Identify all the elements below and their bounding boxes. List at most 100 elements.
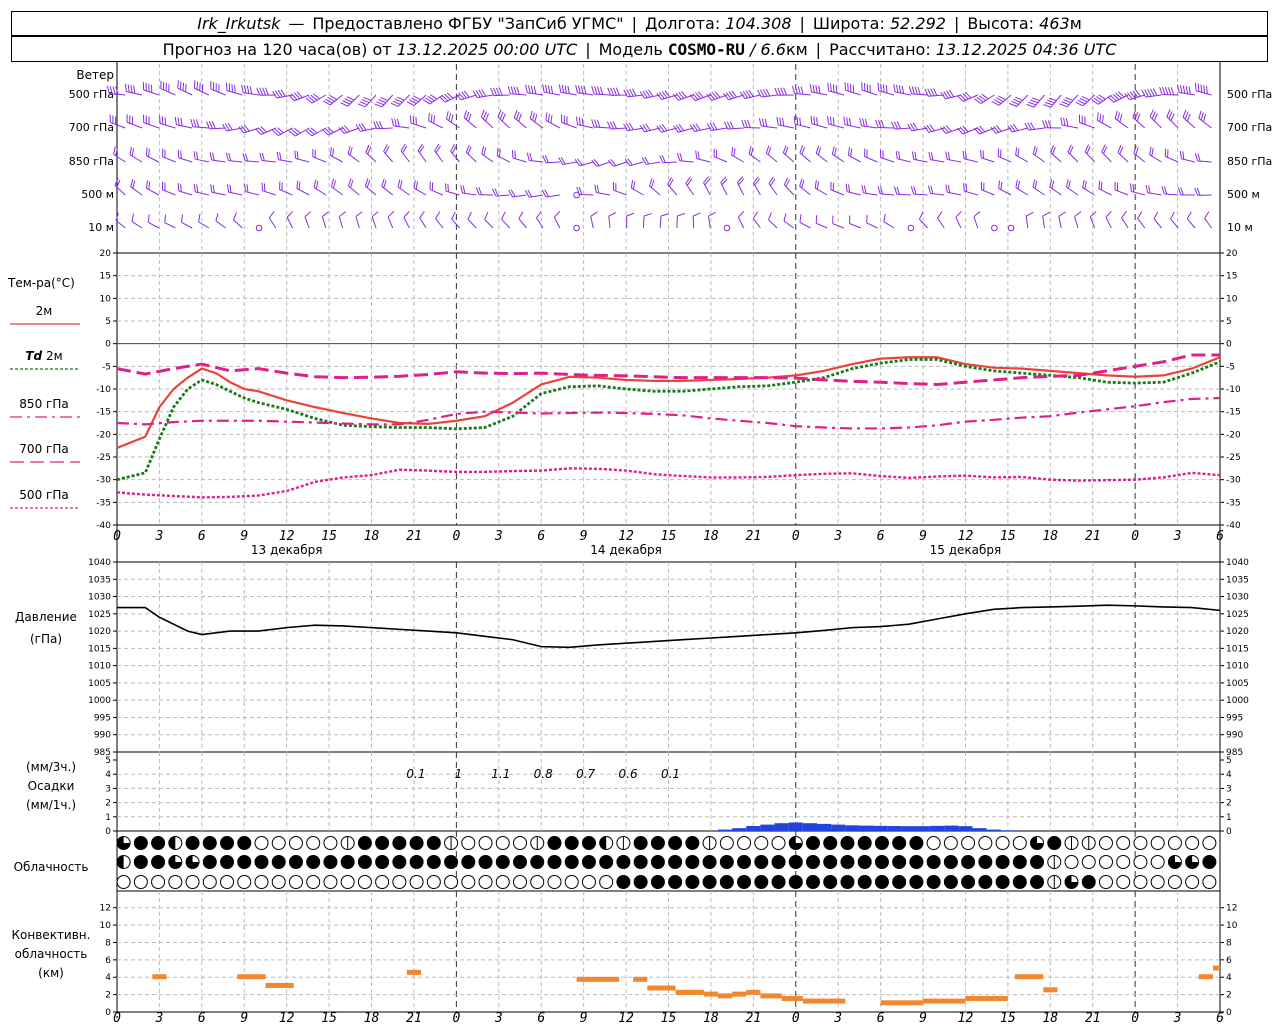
x-tick-label-bottom: 6 [198, 1011, 206, 1024]
wind-barb-feather [643, 213, 652, 217]
cloud-symbol [668, 875, 683, 889]
wind-barb-feather [594, 86, 598, 95]
cloud-symbol-outline [1116, 855, 1131, 869]
wind-barb-feather [930, 185, 934, 194]
precip-bar [873, 825, 888, 831]
pressure-tick-label-left: 1040 [88, 558, 111, 568]
wind-barb-feather [1151, 111, 1156, 120]
wind-barb-feather [801, 146, 806, 155]
wind-barb-feather [848, 117, 852, 126]
x-tick-label-bottom: 15 [321, 1011, 337, 1024]
cloud-symbol [1081, 855, 1096, 869]
wind-barb-feather [1015, 96, 1023, 101]
cloud-symbol-full [961, 875, 976, 889]
cloud-symbol [375, 875, 390, 889]
precip-amount-label: 0.6 [619, 767, 638, 781]
cloud-symbol [909, 855, 924, 869]
wind-barb-feather [397, 179, 401, 188]
wind-barb-feather [527, 85, 531, 94]
wind-barb-shaft [768, 219, 778, 229]
wind-barb-feather [564, 85, 567, 94]
cloud-symbol-full [892, 875, 907, 889]
wind-barb-feather [376, 101, 385, 106]
wind-barb-feather [928, 151, 931, 160]
wind-barb-feather [339, 211, 347, 217]
wind-barb-feather [225, 82, 228, 91]
cloud-symbol [874, 875, 889, 889]
pressure-tick-label-right: 1035 [1226, 575, 1249, 585]
cloud-symbol [1098, 875, 1113, 889]
cloud-symbol [685, 875, 700, 889]
cloud-symbol-outline [271, 836, 286, 850]
cloud-symbol [202, 875, 217, 889]
cloud-symbol-outline [323, 875, 338, 889]
wind-barb-feather [344, 98, 353, 103]
wind-barb-feather [1168, 111, 1173, 119]
wind-barb-feather [748, 145, 752, 154]
wind-barb-shaft [849, 223, 861, 229]
cloud-symbol [1064, 855, 1079, 869]
wind-barb-feather [229, 184, 232, 193]
wind-barb-feather [364, 178, 369, 187]
wind-barb-shaft [131, 221, 143, 229]
wind-barb-shaft [198, 221, 210, 229]
wind-barb-feather [112, 86, 116, 95]
wind-barb-feather [148, 181, 151, 190]
cloud-symbol-full [564, 855, 579, 869]
cloud-symbol-full [943, 875, 958, 889]
wind-barb-feather [462, 185, 466, 194]
convective-segment [923, 998, 966, 1004]
cloud-symbol [581, 855, 596, 869]
wind-barb-feather [346, 96, 355, 101]
precip-bar [887, 826, 902, 831]
cloud-symbol-full [513, 855, 528, 869]
cloud-symbol-outline [306, 875, 321, 889]
wind-barb-feather [1159, 86, 1163, 95]
pressure-tick-label-left: 1015 [88, 644, 111, 654]
wind-barb-feather [609, 121, 615, 130]
wind-barb-feather [196, 81, 199, 90]
precip-tick-label-left: 1 [105, 813, 111, 823]
cloud-symbol [1098, 855, 1113, 869]
wind-barb-feather [947, 184, 951, 193]
cloud-symbol-full [995, 875, 1010, 889]
wind-barb-feather [613, 87, 617, 96]
cloud-symbol [1202, 875, 1217, 889]
cloud-symbol [685, 836, 700, 850]
x-tick-label-bottom: 0 [113, 1011, 121, 1024]
wind-barb-feather [244, 153, 249, 162]
wind-barb-feather [180, 183, 182, 192]
wind-barb-feather [394, 98, 403, 103]
cloud-symbol [874, 855, 889, 869]
wind-barb-feather [129, 146, 132, 155]
cloud-symbol [168, 875, 183, 889]
cloud-symbol [719, 836, 734, 850]
cloud-symbol-outline [254, 836, 269, 850]
cloud-symbol [530, 836, 545, 850]
wind-barb-shaft [642, 215, 645, 229]
cloud-symbol [426, 836, 441, 850]
cloud-symbol-full [495, 855, 510, 869]
cloud-symbol-outline [1167, 836, 1182, 850]
pressure-tick-label-left: 1035 [88, 575, 111, 585]
wind-barb-shaft [536, 217, 544, 229]
precip-tick-label-left: 5 [105, 756, 111, 766]
wind-barb-feather [1017, 148, 1020, 157]
day-label: 15 декабря [930, 543, 1002, 557]
cloud-symbol [892, 836, 907, 850]
wind-barb-feather [1051, 180, 1055, 189]
wind-barb-feather [478, 187, 483, 195]
cloud-symbol-full [771, 875, 786, 889]
cloud-symbol [1116, 855, 1131, 869]
wind-barb-shaft [708, 216, 711, 229]
cloud-symbol [1150, 875, 1165, 889]
cloud-symbol [892, 875, 907, 889]
wind-barb-feather [1032, 179, 1036, 188]
cloud-symbol-outline [323, 836, 338, 850]
cloud-symbol [995, 875, 1010, 889]
wind-barb-feather [465, 111, 470, 120]
x-tick-label-bottom: 0 [452, 1011, 460, 1024]
wind-barb-shaft [268, 217, 277, 229]
convective-segment [1014, 974, 1044, 980]
cloud-symbol [719, 855, 734, 869]
